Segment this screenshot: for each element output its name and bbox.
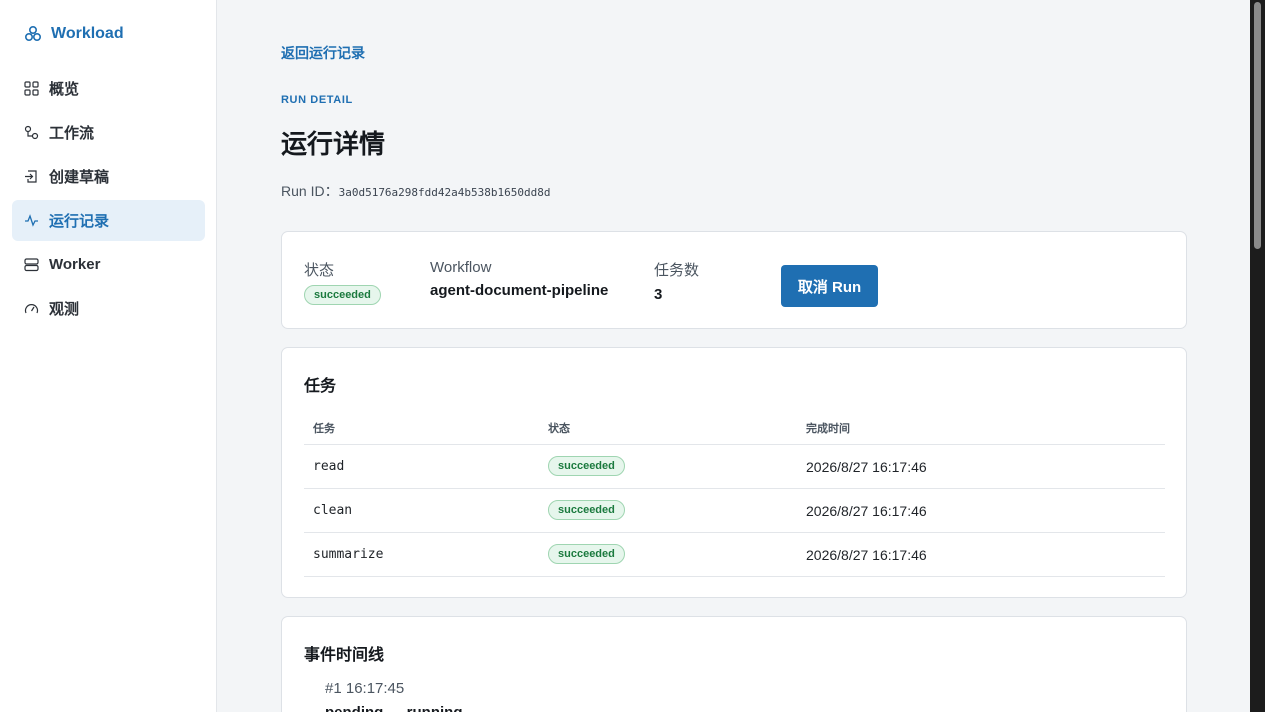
workflow-label: Workflow (430, 259, 492, 276)
tasks-card: 任务 任务 状态 完成时间 read succeeded 2026/8/27 1… (281, 347, 1187, 598)
task-completed-time: 2026/8/27 16:17:46 (806, 547, 927, 563)
table-row: clean succeeded 2026/8/27 16:17:46 (304, 489, 1165, 533)
event-timeline-card: 事件时间线 #1 16:17:45 pending → running (281, 616, 1187, 712)
scrollbar-thumb[interactable] (1254, 2, 1261, 249)
status-field: 状态 succeeded (304, 259, 381, 305)
table-row: read succeeded 2026/8/27 16:17:46 (304, 445, 1165, 489)
sidebar-item-label: 运行记录 (49, 213, 110, 230)
sidebar-item-create-draft[interactable]: 创建草稿 (12, 156, 205, 197)
page-scrollbar[interactable] (1250, 0, 1265, 712)
sidebar: Workload 概览 工作流 创建草稿 运行记录 Worker 观测 (0, 0, 217, 712)
activity-icon (25, 214, 38, 227)
sidebar-item-worker[interactable]: Worker (12, 244, 205, 285)
sidebar-item-run-history[interactable]: 运行记录 (12, 200, 205, 241)
workload-icon (24, 25, 42, 42)
task-count-label: 任务数 (654, 262, 700, 279)
task-count-field: 任务数 3 (654, 259, 699, 303)
task-status-badge: succeeded (548, 500, 625, 520)
column-header-status: 状态 (548, 423, 570, 435)
brand-name: Workload (51, 25, 124, 42)
task-status-badge: succeeded (548, 544, 625, 564)
task-name: read (313, 459, 345, 474)
run-id: Run ID： 3a0d5176a298fdd42a4b538b1650dd8d (281, 181, 551, 201)
tasks-table: 任务 状态 完成时间 read succeeded 2026/8/27 16:1… (304, 412, 1165, 577)
task-status-badge: succeeded (548, 456, 625, 476)
run-id-value: 3a0d5176a298fdd42a4b538b1650dd8d (338, 186, 551, 199)
table-row: summarize succeeded 2026/8/27 16:17:46 (304, 533, 1165, 577)
sidebar-item-label: 创建草稿 (49, 169, 110, 186)
event-header: #1 16:17:45 (325, 680, 405, 697)
run-id-label: Run ID： (281, 183, 339, 199)
task-count-value: 3 (654, 286, 663, 303)
task-completed-time: 2026/8/27 16:17:46 (806, 459, 927, 475)
run-summary-card: 状态 succeeded Workflow agent-document-pip… (281, 231, 1187, 329)
task-completed-time: 2026/8/27 16:17:46 (806, 503, 927, 519)
status-badge: succeeded (304, 285, 381, 305)
workflow-field: Workflow agent-document-pipeline (430, 259, 608, 299)
tasks-title: 任务 (304, 378, 337, 395)
sidebar-item-label: 工作流 (49, 125, 95, 142)
sidebar-item-label: Worker (49, 256, 101, 273)
page-eyebrow: RUN DETAIL (281, 94, 353, 106)
column-header-task: 任务 (313, 423, 335, 435)
status-label: 状态 (304, 262, 335, 279)
task-name: summarize (313, 547, 384, 562)
task-name: clean (313, 503, 353, 518)
sidebar-item-workflows[interactable]: 工作流 (12, 112, 205, 153)
grid-icon (24, 81, 39, 96)
gauge-icon (24, 304, 39, 314)
sidebar-nav: 概览 工作流 创建草稿 运行记录 Worker 观测 (12, 68, 205, 332)
sidebar-item-observability[interactable]: 观测 (12, 288, 205, 329)
brand-logo[interactable]: Workload (24, 25, 124, 43)
column-header-completed: 完成时间 (806, 423, 850, 435)
page-title: 运行详情 (281, 129, 386, 159)
main-content: 返回运行记录 RUN DETAIL 运行详情 Run ID： 3a0d5176a… (217, 0, 1250, 712)
server-icon (24, 258, 39, 272)
back-to-runs-link[interactable]: 返回运行记录 (281, 43, 365, 63)
event-transition: pending → running (325, 704, 462, 712)
sidebar-item-label: 观测 (49, 301, 80, 318)
sidebar-item-overview[interactable]: 概览 (12, 68, 205, 109)
sidebar-item-label: 概览 (49, 81, 80, 98)
draft-icon (25, 170, 37, 183)
cancel-run-button[interactable]: 取消 Run (781, 265, 878, 307)
workflow-value: agent-document-pipeline (430, 282, 609, 299)
event-timeline-title: 事件时间线 (304, 647, 385, 664)
workflow-icon (24, 125, 39, 140)
table-header: 任务 状态 完成时间 (304, 412, 1165, 445)
